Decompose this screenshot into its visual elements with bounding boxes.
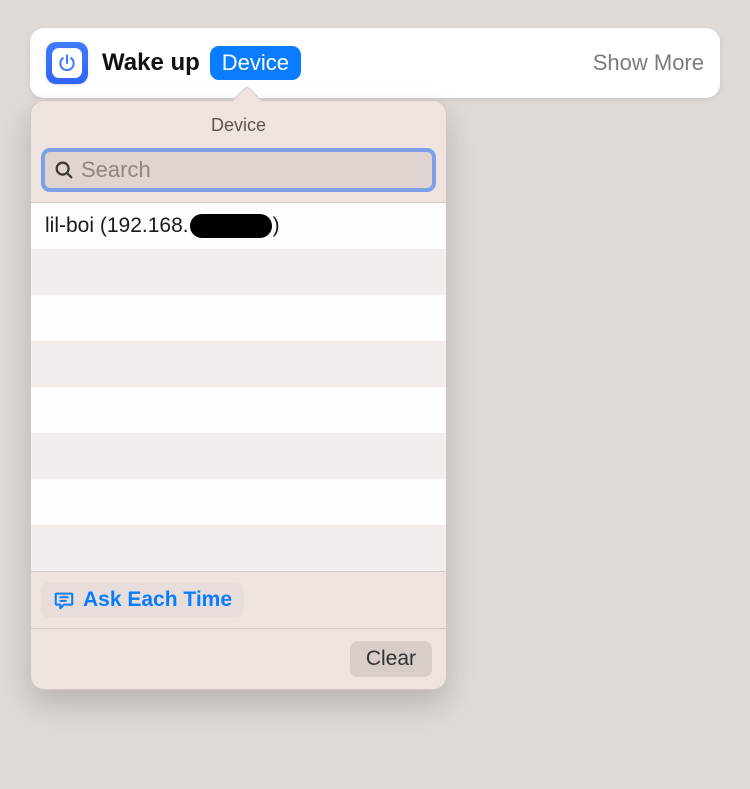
list-item[interactable] [31, 341, 446, 387]
ask-each-time-row: Ask Each Time [31, 571, 446, 628]
clear-button[interactable]: Clear [350, 641, 432, 677]
ask-each-time-label: Ask Each Time [83, 588, 232, 612]
device-label-suffix: ) [273, 214, 280, 238]
device-list: lil-boi (192.168.) [31, 202, 446, 571]
message-icon [53, 589, 75, 611]
search-input[interactable] [81, 157, 424, 183]
device-picker-popover: Device lil-boi (192.168.) Ask [30, 100, 447, 690]
power-icon [52, 48, 82, 78]
device-label-prefix: lil-boi (192.168. [45, 214, 189, 238]
popover-footer: Clear [31, 628, 446, 689]
show-more-button[interactable]: Show More [593, 50, 704, 76]
action-app-icon [46, 42, 88, 84]
device-token[interactable]: Device [210, 46, 301, 80]
list-item[interactable] [31, 295, 446, 341]
redacted-block [190, 214, 272, 238]
list-item[interactable] [31, 249, 446, 295]
ask-each-time-button[interactable]: Ask Each Time [41, 582, 244, 618]
action-bar: Wake up Device Show More [30, 28, 720, 98]
action-title: Wake up [102, 49, 200, 77]
list-item[interactable]: lil-boi (192.168.) [31, 203, 446, 249]
search-container [31, 148, 446, 202]
list-item[interactable] [31, 433, 446, 479]
search-box[interactable] [41, 148, 436, 192]
list-item[interactable] [31, 525, 446, 571]
list-item[interactable] [31, 479, 446, 525]
list-item[interactable] [31, 387, 446, 433]
search-icon [53, 159, 75, 181]
